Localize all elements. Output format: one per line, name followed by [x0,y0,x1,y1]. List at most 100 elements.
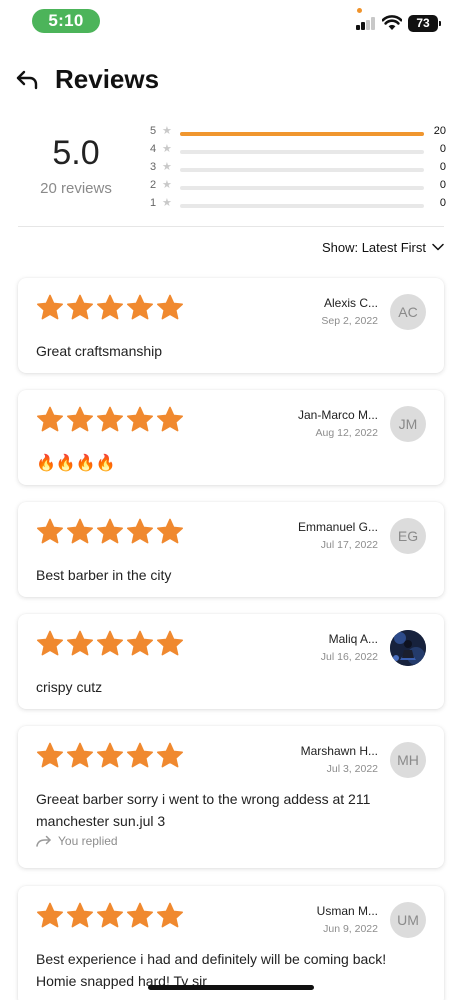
sort-label: Show: Latest First [321,239,426,255]
review-text: Best barber in the city [36,567,172,583]
small-star-icon: ★ [162,125,172,137]
star-icon [127,630,153,656]
rating-summary: 5.0 20 reviews 5 ★ 20 4 ★ 0 3 ★ 0 2 ★ 0 … [0,118,462,226]
distribution-star-level: 5 [150,125,157,137]
star-icon [97,294,123,320]
star-icon [157,294,183,320]
review-text: crispy cutz [36,679,103,695]
star-icon [157,406,183,432]
small-star-icon: ★ [162,161,172,173]
wifi-icon [382,15,402,30]
star-icon [67,742,93,768]
reviewer-name: Jan-Marco M... [297,408,378,422]
star-icon [37,294,63,320]
home-indicator [148,985,314,990]
distribution-star-level: 3 [150,161,157,173]
star-icon [67,518,93,544]
review-text: Great craftsmanship [36,343,163,359]
status-time: 5:10 [32,9,100,33]
review-star-rating [35,902,185,928]
average-rating: 5.0 [52,134,100,172]
review-date: Sep 2, 2022 [321,315,378,327]
review-text: Greeat barber sorry i went to the wrong … [36,791,371,829]
rating-distribution-row: 4 ★ 0 [150,140,446,158]
star-icon [67,902,93,928]
small-star-icon: ★ [162,143,172,155]
star-icon [97,902,123,928]
review-card: Usman M... Jun 9, 2022 UM Best experienc… [18,886,444,1000]
sort-dropdown[interactable]: Show: Latest First [322,238,444,256]
star-icon [97,518,123,544]
review-date: Jul 16, 2022 [320,651,378,663]
small-star-icon: ★ [162,179,172,191]
battery-icon: 73 [408,15,441,32]
star-icon [67,630,93,656]
rating-distribution-row: 1 ★ 0 [150,194,446,212]
review-count: 20 reviews [40,180,112,197]
star-icon [37,630,63,656]
reviewer-name: Maliq A... [328,632,378,646]
star-icon [157,902,183,928]
review-date: Jul 17, 2022 [320,539,378,551]
distribution-star-level: 1 [150,197,157,209]
distribution-bar [180,150,424,154]
avatar[interactable]: MH [390,742,426,778]
rating-distribution-row: 2 ★ 0 [150,176,446,194]
distribution-count: 20 [433,125,446,137]
star-icon [67,294,93,320]
star-icon [127,406,153,432]
distribution-count: 0 [439,143,446,155]
reviewer-name: Usman M... [316,904,378,918]
chevron-down-icon [432,243,444,251]
review-card: Emmanuel G... Jul 17, 2022 EG Best barbe… [18,502,444,597]
star-icon [157,630,183,656]
avatar-photo-image [390,630,426,666]
back-arrow-icon[interactable] [14,68,42,92]
review-card: Alexis C... Sep 2, 2022 AC Great craftsm… [18,278,444,373]
avatar[interactable]: EG [390,518,426,554]
small-star-icon: ★ [162,197,172,209]
review-star-rating [35,518,185,544]
review-star-rating [35,630,185,656]
review-card: Marshawn H... Jul 3, 2022 MH Greeat barb… [18,726,444,868]
rating-distribution-row: 3 ★ 0 [150,158,446,176]
avatar-photo[interactable] [390,630,426,666]
distribution-count: 0 [439,197,446,209]
privacy-indicator-dot [357,8,362,13]
distribution-star-level: 4 [150,143,157,155]
star-icon [127,902,153,928]
star-icon [37,406,63,432]
star-icon [157,518,183,544]
star-icon [127,742,153,768]
avatar[interactable]: AC [390,294,426,330]
distribution-bar [180,204,424,208]
star-icon [97,742,123,768]
status-bar: 5:10 73 [0,0,462,44]
divider [18,226,444,227]
review-star-rating [35,406,185,432]
avatar[interactable]: JM [390,406,426,442]
star-icon [97,406,123,432]
reviewer-name: Marshawn H... [300,744,378,758]
review-star-rating [35,742,185,768]
review-date: Jul 3, 2022 [326,763,378,775]
review-date: Jun 9, 2022 [323,923,378,935]
page-title: Reviews [55,64,160,94]
distribution-bar [180,168,424,172]
reply-label: You replied [58,834,118,848]
header: Reviews [0,60,462,100]
rating-distribution-row: 5 ★ 20 [150,122,446,140]
star-icon [37,518,63,544]
review-card: Maliq A... Jul 16, 2022 crispy cutz [18,614,444,709]
star-icon [37,742,63,768]
reply-arrow-icon [36,835,51,847]
reply-status[interactable]: You replied [36,834,118,848]
star-icon [37,902,63,928]
distribution-bar [180,186,424,190]
star-icon [97,630,123,656]
star-icon [127,518,153,544]
distribution-bar-fill [180,132,424,136]
star-icon [127,294,153,320]
avatar[interactable]: UM [390,902,426,938]
cellular-signal-icon [356,17,376,30]
